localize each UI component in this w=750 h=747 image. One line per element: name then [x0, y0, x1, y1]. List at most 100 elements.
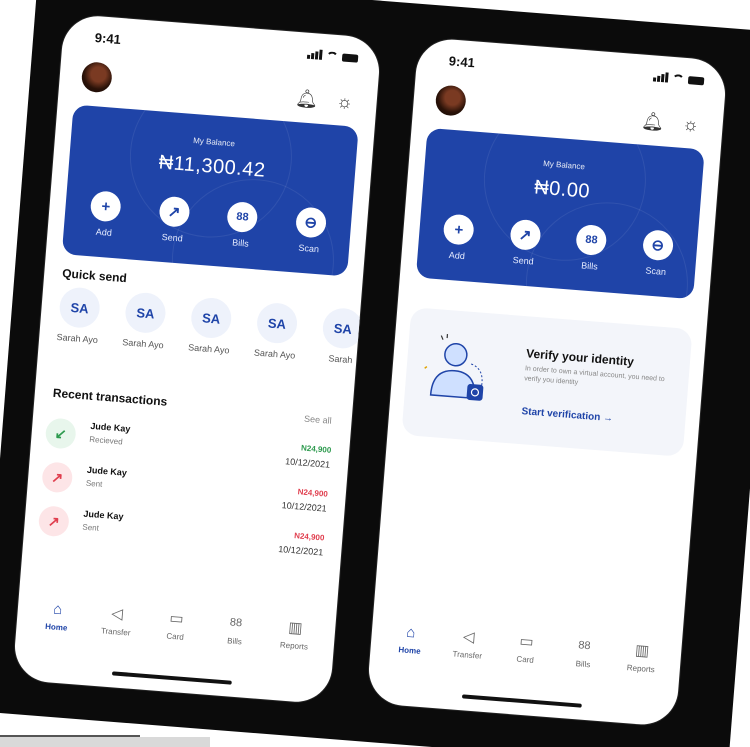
- contact-name: Sarah Ayo: [56, 331, 99, 346]
- arrow-up-right-icon: ↗: [509, 218, 542, 251]
- quick-send-list: SA Sarah Ayo SA Sarah Ayo SA Sarah Ayo S…: [49, 286, 382, 368]
- action-label: Scan: [645, 265, 667, 277]
- chart-icon: ▥: [287, 619, 304, 638]
- avatar[interactable]: [80, 61, 113, 94]
- nav-reports[interactable]: ▥ Reports: [616, 638, 668, 675]
- send-button[interactable]: ↗ Send: [146, 195, 201, 245]
- contact-name: Sarah Ayo: [122, 337, 165, 351]
- battery-icon: [687, 76, 705, 86]
- balance-card: My Balance ₦11,300.42 + Add ↗ Send 88 Bi…: [61, 104, 359, 277]
- footer-strip: [0, 737, 210, 747]
- transaction-name: Jude Kay: [86, 464, 128, 478]
- signal-icon: [306, 49, 323, 60]
- nav-transfer[interactable]: ◁ Transfer: [442, 625, 494, 662]
- bell-icon[interactable]: 🔔︎: [295, 87, 319, 110]
- sun-icon[interactable]: ☼: [334, 91, 356, 113]
- action-label: Send: [161, 231, 184, 244]
- arrow-up-right-icon: ↗: [41, 461, 74, 494]
- grid-icon: 88: [226, 201, 259, 234]
- transaction-amount: N24,900: [293, 531, 325, 543]
- phone-screen-verify: 9:41 🔔︎ ☼ My Balance ₦0.00 + Add ↗ Send …: [366, 36, 728, 728]
- nav-transfer[interactable]: ◁ Transfer: [90, 602, 142, 639]
- contact-avatar: SA: [255, 301, 299, 345]
- contact-name: Sarah Ayo: [187, 342, 230, 356]
- nav-label: Home: [44, 621, 68, 633]
- scan-icon: ⊖: [294, 206, 327, 239]
- add-button[interactable]: + Add: [78, 189, 133, 239]
- nav-label: Bills: [226, 636, 243, 647]
- scan-button[interactable]: ⊖ Scan: [282, 206, 337, 256]
- transaction-amount: N24,900: [297, 487, 329, 499]
- see-all-link[interactable]: See all: [304, 414, 332, 426]
- wifi-icon: [672, 74, 685, 84]
- nav-card[interactable]: ▭ Card: [150, 606, 202, 643]
- action-label: Send: [512, 254, 535, 267]
- status-time: 9:41: [448, 53, 476, 71]
- transaction-amount: N24,900: [300, 443, 332, 455]
- nav-label: Home: [398, 645, 421, 656]
- nav-card[interactable]: ▭ Card: [500, 629, 552, 666]
- status-bar: 9:41: [84, 29, 359, 70]
- transaction-date: 10/12/2021: [284, 456, 331, 470]
- transaction-name: Jude Kay: [83, 508, 124, 522]
- battery-icon: [341, 53, 359, 63]
- start-verification-link[interactable]: Start verification →: [521, 406, 613, 424]
- status-bar: 9:41: [438, 53, 705, 94]
- card-icon: ▭: [518, 632, 535, 651]
- bills-button[interactable]: 88 Bills: [214, 200, 269, 250]
- home-indicator: [461, 694, 582, 708]
- contact-avatar: SA: [123, 291, 167, 335]
- nav-label: Reports: [626, 663, 656, 675]
- quick-send-title: Quick send: [61, 266, 128, 286]
- bills-button[interactable]: 88 Bills: [563, 223, 618, 273]
- nav-home[interactable]: ⌂ Home: [31, 597, 83, 634]
- bottom-nav: ⌂ Home ◁ Transfer ▭ Card 88 Bills ▥ Repo…: [15, 596, 336, 667]
- verify-identity-card: Verify your identity In order to own a v…: [401, 307, 693, 457]
- send-icon: ◁: [110, 605, 124, 623]
- signal-icon: [652, 71, 669, 83]
- bottom-nav: ⌂ Home ◁ Transfer ▭ Card 88 Bills ▥ Repo…: [369, 619, 682, 689]
- add-button[interactable]: + Add: [431, 213, 486, 263]
- header-actions: 🔔︎ ☼: [295, 87, 356, 113]
- transaction-date: 10/12/2021: [277, 543, 324, 558]
- action-label: Scan: [298, 242, 320, 255]
- nav-home[interactable]: ⌂ Home: [384, 620, 436, 657]
- action-label: Add: [95, 226, 113, 238]
- avatar[interactable]: [434, 84, 467, 117]
- quick-send-contact[interactable]: SA Sarah Ayo: [49, 286, 109, 346]
- bell-icon[interactable]: 🔔︎: [641, 110, 665, 133]
- plus-icon: +: [89, 190, 123, 223]
- nav-reports[interactable]: ▥ Reports: [269, 616, 321, 653]
- home-icon: ⌂: [405, 623, 417, 641]
- header-actions: 🔔︎ ☼: [641, 110, 702, 136]
- card-icon: ▭: [168, 609, 185, 628]
- mockup-stage: 9:41 🔔︎ ☼ My Balance ₦11,300.42 + Add ↗ …: [0, 0, 750, 747]
- send-button[interactable]: ↗ Send: [497, 218, 552, 268]
- nav-bills[interactable]: 88 Bills: [209, 611, 261, 648]
- action-label: Bills: [231, 237, 250, 249]
- nav-label: Bills: [575, 659, 591, 670]
- phone-screen-home: 9:41 🔔︎ ☼ My Balance ₦11,300.42 + Add ↗ …: [12, 13, 382, 705]
- home-indicator: [111, 671, 232, 685]
- balance-card: My Balance ₦0.00 + Add ↗ Send 88 Bills ⊖…: [415, 127, 705, 300]
- sun-icon[interactable]: ☼: [680, 113, 702, 136]
- nav-label: Reports: [279, 640, 309, 652]
- quick-send-contact[interactable]: SA Sarah Ayo: [181, 296, 241, 356]
- transaction-status: Sent: [85, 478, 103, 489]
- quick-send-contact[interactable]: SA Sarah Ayo: [115, 291, 175, 351]
- verification-illustration: [424, 333, 484, 401]
- scan-button[interactable]: ⊖ Scan: [629, 228, 684, 278]
- transaction-status: Sent: [82, 522, 100, 533]
- send-icon: ◁: [462, 628, 476, 647]
- grid-icon: 88: [575, 223, 608, 257]
- contact-avatar: SA: [58, 286, 102, 330]
- action-label: Bills: [580, 260, 599, 272]
- arrow-down-left-icon: ↙: [44, 417, 77, 450]
- nav-label: Card: [516, 654, 535, 665]
- plus-icon: +: [442, 213, 476, 246]
- arrow-up-right-icon: ↗: [37, 505, 70, 538]
- scan-icon: ⊖: [641, 229, 674, 262]
- transaction-status: Recieved: [89, 434, 123, 447]
- nav-bills[interactable]: 88 Bills: [558, 634, 610, 671]
- quick-send-contact[interactable]: SA Sarah Ayo: [246, 301, 306, 361]
